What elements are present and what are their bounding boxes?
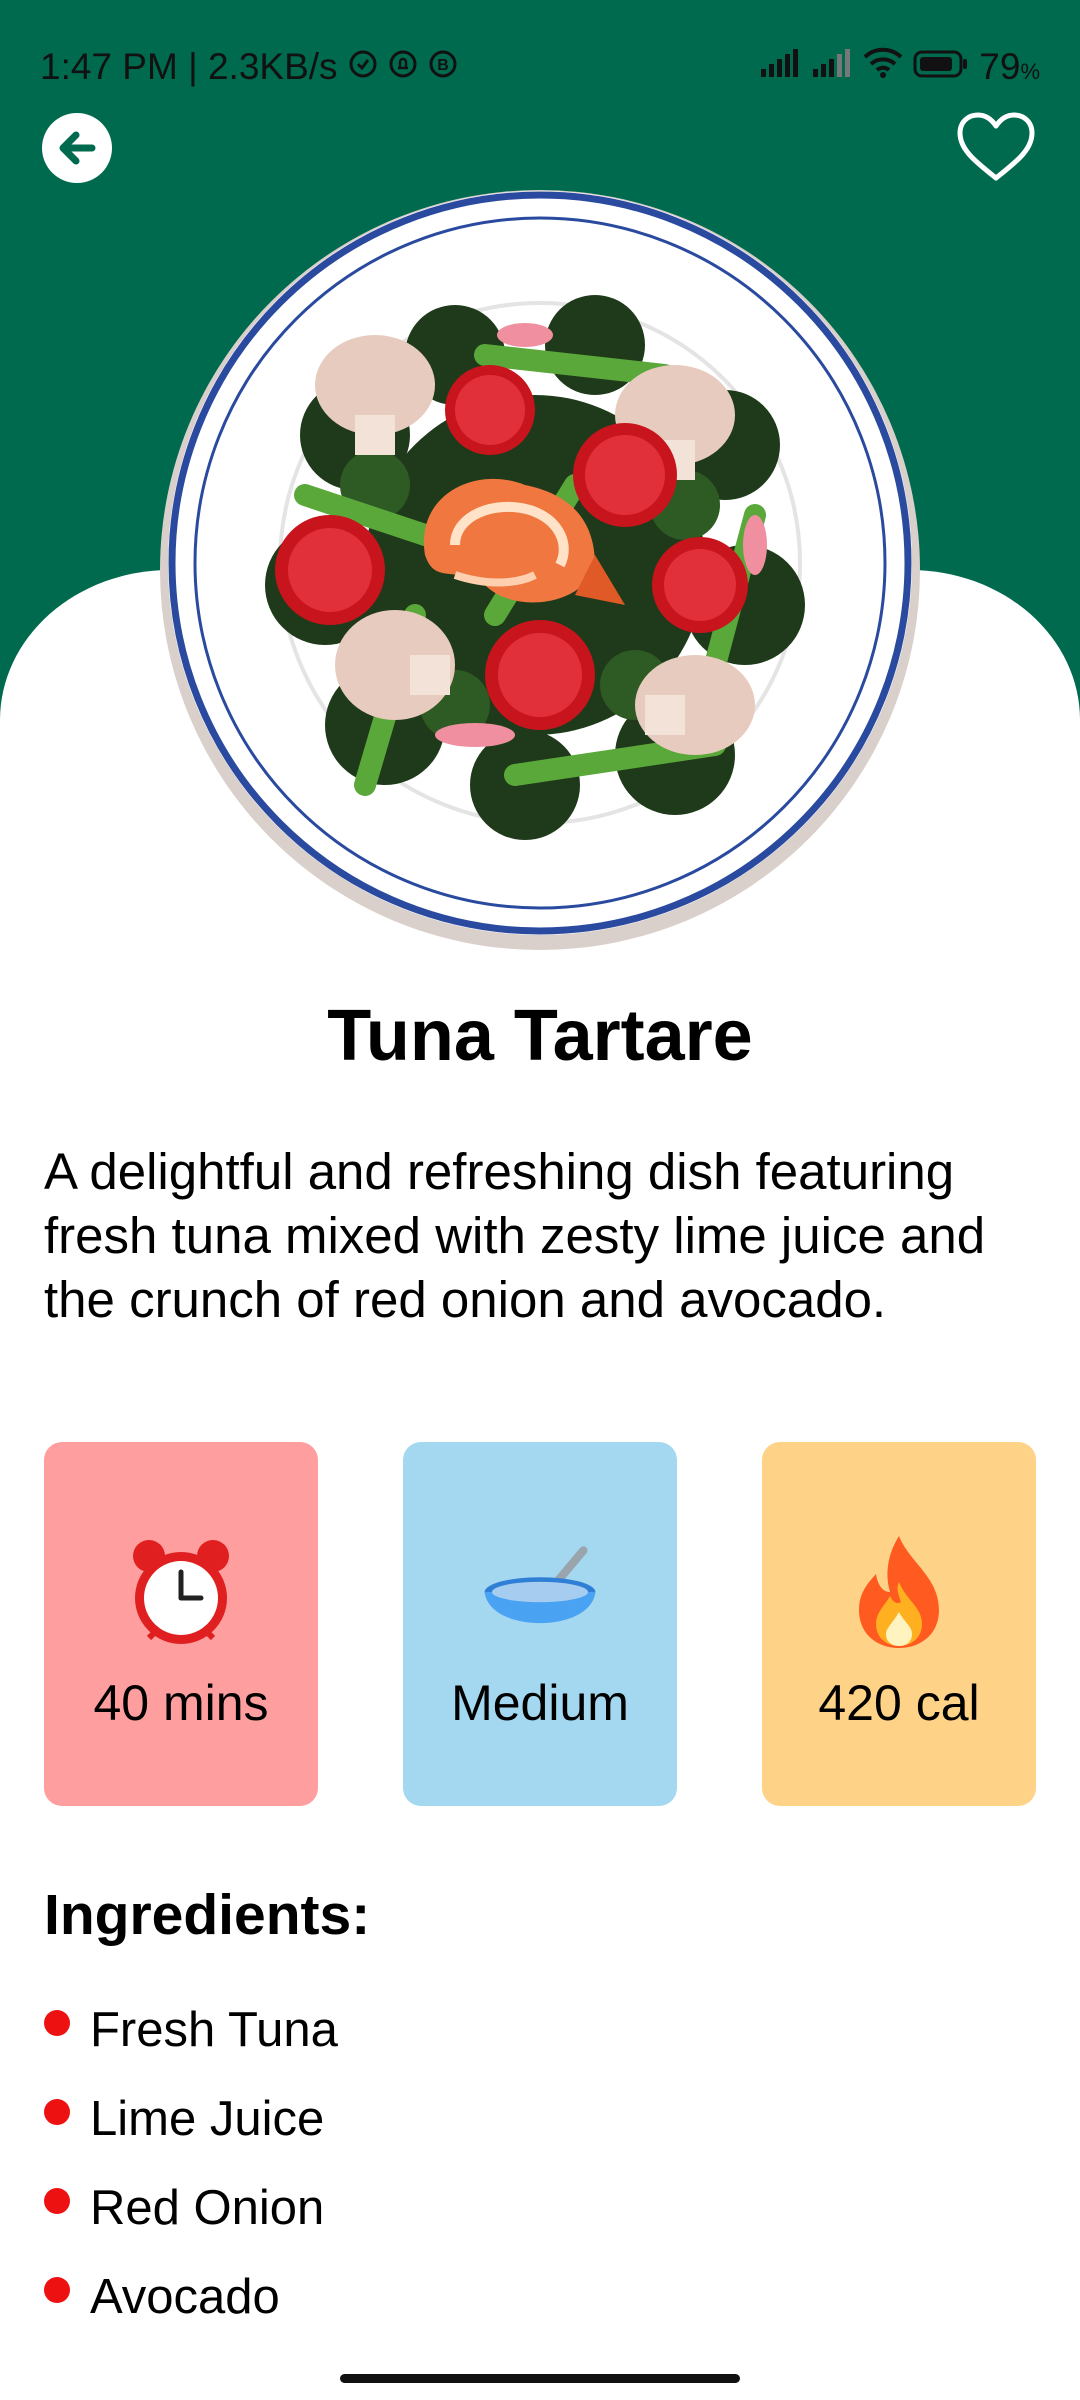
time-card: 40 mins [44, 1442, 318, 1806]
favorite-button[interactable] [954, 110, 1038, 186]
back-button[interactable] [42, 113, 112, 183]
arrow-left-icon [59, 131, 96, 165]
difficulty-card: Medium [403, 1442, 677, 1806]
ingredient-label: Lime Juice [90, 2091, 325, 2146]
bullet-icon [44, 2098, 70, 2125]
list-item: Lime Juice [44, 2074, 338, 2163]
ingredient-label: Red Onion [90, 2180, 325, 2235]
battery-icon [913, 46, 969, 88]
ingredients-heading: Ingredients: [44, 1883, 371, 1947]
recipe-description: A delightful and refreshing dish featuri… [44, 1143, 986, 1328]
list-item: Fresh Tuna [44, 1985, 338, 2074]
time-label: 40 mins [93, 1675, 269, 1731]
bullet-icon [44, 2009, 70, 2036]
svg-text:B: B [437, 57, 449, 74]
b-badge-icon: B [428, 46, 458, 88]
home-indicator[interactable] [340, 2374, 740, 2383]
battery-percent: 79% [979, 46, 1040, 87]
signal-icon-2 [811, 46, 853, 88]
list-item: Red Onion [44, 2163, 338, 2252]
ingredient-label: Avocado [90, 2269, 280, 2324]
calories-card: 420 cal [762, 1442, 1036, 1806]
status-left: 1:47 PM | 2.3KB/s B [40, 46, 458, 88]
difficulty-label: Medium [451, 1675, 629, 1731]
ingredients-list: Fresh Tuna Lime Juice Red Onion Avocado [44, 1985, 338, 2341]
signal-icon [759, 46, 801, 88]
calories-label: 420 cal [818, 1675, 980, 1731]
bullet-icon [44, 2187, 70, 2214]
ingredient-label: Fresh Tuna [90, 2002, 338, 2057]
bell-icon [388, 46, 418, 88]
recipe-title: Tuna Tartare [327, 996, 753, 1076]
circle-check-icon [348, 46, 378, 88]
fire-icon [839, 1532, 959, 1652]
status-bar: 1:47 PM | 2.3KB/s B 79% [0, 0, 1080, 130]
heart-outline-icon [957, 112, 1035, 181]
status-right: 79% [759, 46, 1040, 88]
list-item: Avocado [44, 2252, 338, 2341]
bullet-icon [44, 2276, 70, 2303]
wifi-icon [863, 46, 903, 88]
recipe-image [155, 185, 925, 955]
salad-bowl-illustration [160, 190, 920, 950]
bowl-spoon-icon [480, 1532, 600, 1652]
status-time: 1:47 PM | 2.3KB/s [40, 46, 338, 87]
alarm-clock-icon [121, 1532, 241, 1652]
